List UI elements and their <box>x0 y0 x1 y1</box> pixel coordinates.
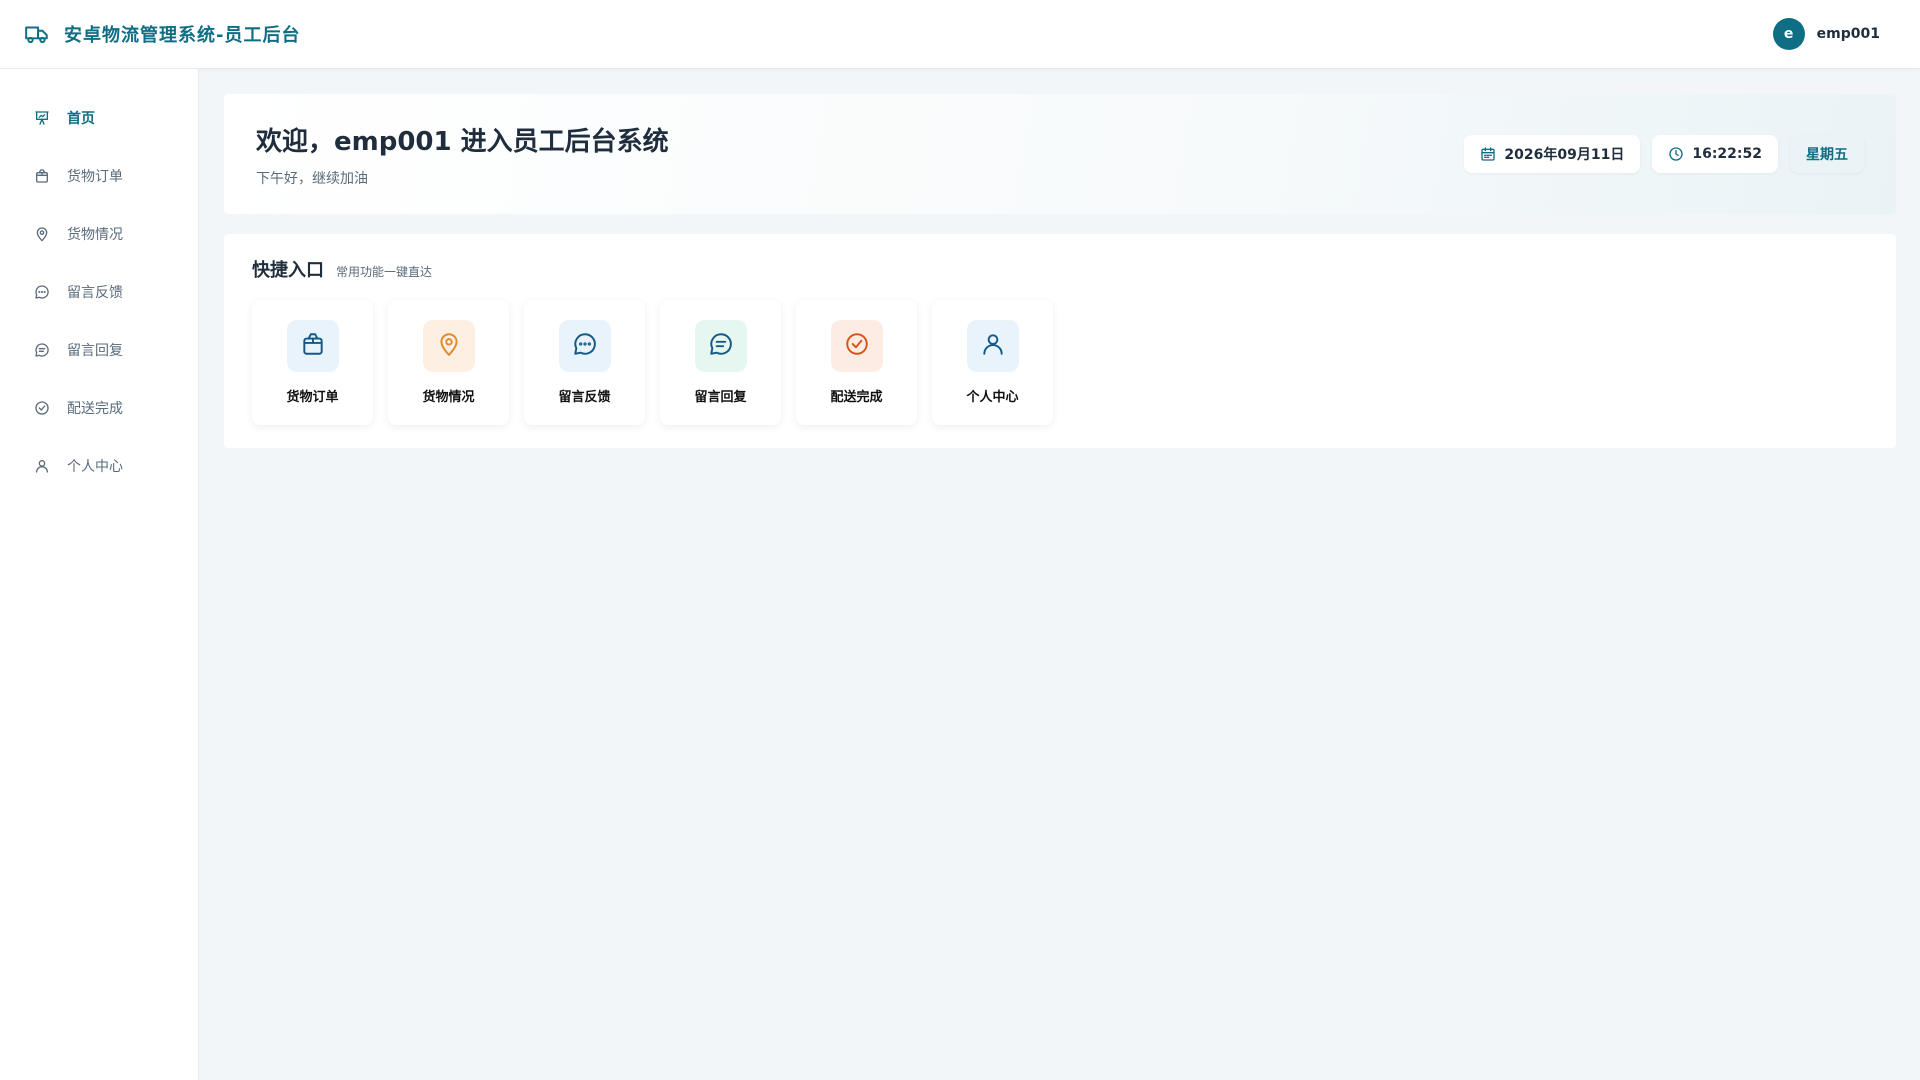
time-text: 16:22:52 <box>1692 146 1762 162</box>
date-time-group: 2026年09月11日 16:22:52 星期五 <box>1464 135 1864 173</box>
quick-card-orders[interactable]: 货物订单 <box>252 300 373 425</box>
quick-access-subtitle: 常用功能一键直达 <box>336 265 433 279</box>
app-title: 安卓物流管理系统-员工后台 <box>64 25 301 46</box>
sidebar-item-feedback[interactable]: 留言反馈 <box>0 263 198 321</box>
dashboard-icon <box>34 110 50 126</box>
chat-dots-icon <box>34 284 50 300</box>
brand[interactable]: 安卓物流管理系统-员工后台 <box>24 21 300 47</box>
main-content: 欢迎，emp001 进入员工后台系统 下午好，继续加油 2026年09月11日 <box>224 94 1896 448</box>
location-pin-icon <box>436 331 462 361</box>
package-icon <box>34 168 50 184</box>
check-circle-icon <box>844 331 870 361</box>
date-pill: 2026年09月11日 <box>1464 135 1641 173</box>
chat-dots-icon <box>572 331 598 361</box>
sidebar-item-reply[interactable]: 留言回复 <box>0 321 198 379</box>
location-pin-icon <box>34 226 50 242</box>
sidebar-item-label: 首页 <box>67 111 95 127</box>
card-icon-bg <box>558 320 611 372</box>
weekday-text: 星期五 <box>1806 147 1848 163</box>
sidebar-item-home[interactable]: 首页 <box>0 89 198 147</box>
sidebar-item-label: 个人中心 <box>67 459 123 475</box>
chat-lines-icon <box>708 331 734 361</box>
package-icon <box>300 331 326 361</box>
user-menu[interactable]: e emp001 <box>1772 18 1880 50</box>
avatar[interactable]: e <box>1772 18 1805 50</box>
card-label: 留言反馈 <box>558 390 611 405</box>
user-icon <box>980 331 1006 361</box>
quick-access-header: 快捷入口 常用功能一键直达 <box>252 256 1868 282</box>
welcome-banner: 欢迎，emp001 进入员工后台系统 下午好，继续加油 2026年09月11日 <box>224 94 1896 214</box>
chat-lines-icon <box>34 342 50 358</box>
quick-card-reply[interactable]: 留言回复 <box>660 300 781 425</box>
card-icon-bg <box>966 320 1019 372</box>
sidebar-item-profile[interactable]: 个人中心 <box>0 437 198 495</box>
welcome-subtitle: 下午好，继续加油 <box>256 170 368 187</box>
time-pill: 16:22:52 <box>1652 135 1778 173</box>
welcome-text: 欢迎，emp001 进入员工后台系统 下午好，继续加油 <box>256 121 669 188</box>
sidebar-item-label: 配送完成 <box>67 401 123 417</box>
sidebar-item-delivered[interactable]: 配送完成 <box>0 379 198 437</box>
sidebar-item-label: 留言回复 <box>67 343 123 359</box>
sidebar-item-orders[interactable]: 货物订单 <box>0 147 198 205</box>
quick-card-profile[interactable]: 个人中心 <box>932 300 1053 425</box>
sidebar-item-label: 货物订单 <box>67 169 123 185</box>
quick-access-cards: 货物订单 货物情况 留言反馈 留言回复 配送完成 个人中心 <box>252 300 1868 425</box>
user-icon <box>34 458 50 474</box>
clock-icon <box>1668 146 1684 162</box>
card-label: 个人中心 <box>966 390 1019 405</box>
card-label: 配送完成 <box>830 390 883 405</box>
sidebar-item-label: 留言反馈 <box>67 285 123 301</box>
sidebar: 首页 货物订单 货物情况 留言反馈 留言回复 配送完成 个人中心 <box>0 69 199 1080</box>
sidebar-item-label: 货物情况 <box>67 227 123 243</box>
card-icon-bg <box>422 320 475 372</box>
card-label: 货物订单 <box>286 390 339 405</box>
check-circle-icon <box>34 400 50 416</box>
date-text: 2026年09月11日 <box>1504 147 1625 163</box>
card-icon-bg <box>830 320 883 372</box>
quick-access-panel: 快捷入口 常用功能一键直达 货物订单 货物情况 留言反馈 留言回复 配送完成 个… <box>224 234 1896 448</box>
sidebar-item-cargo-status[interactable]: 货物情况 <box>0 205 198 263</box>
username[interactable]: emp001 <box>1817 26 1880 42</box>
truck-icon <box>24 21 50 47</box>
card-label: 货物情况 <box>422 390 475 405</box>
top-header: 安卓物流管理系统-员工后台 e emp001 <box>0 0 1920 69</box>
calendar-icon <box>1480 146 1496 162</box>
quick-card-delivered[interactable]: 配送完成 <box>796 300 917 425</box>
weekday-pill: 星期五 <box>1790 135 1864 173</box>
welcome-title: 欢迎，emp001 进入员工后台系统 <box>256 126 669 157</box>
quick-card-cargo-status[interactable]: 货物情况 <box>388 300 509 425</box>
quick-card-feedback[interactable]: 留言反馈 <box>524 300 645 425</box>
card-icon-bg <box>694 320 747 372</box>
quick-access-title: 快捷入口 <box>252 260 324 281</box>
card-icon-bg <box>286 320 339 372</box>
card-label: 留言回复 <box>694 390 747 405</box>
